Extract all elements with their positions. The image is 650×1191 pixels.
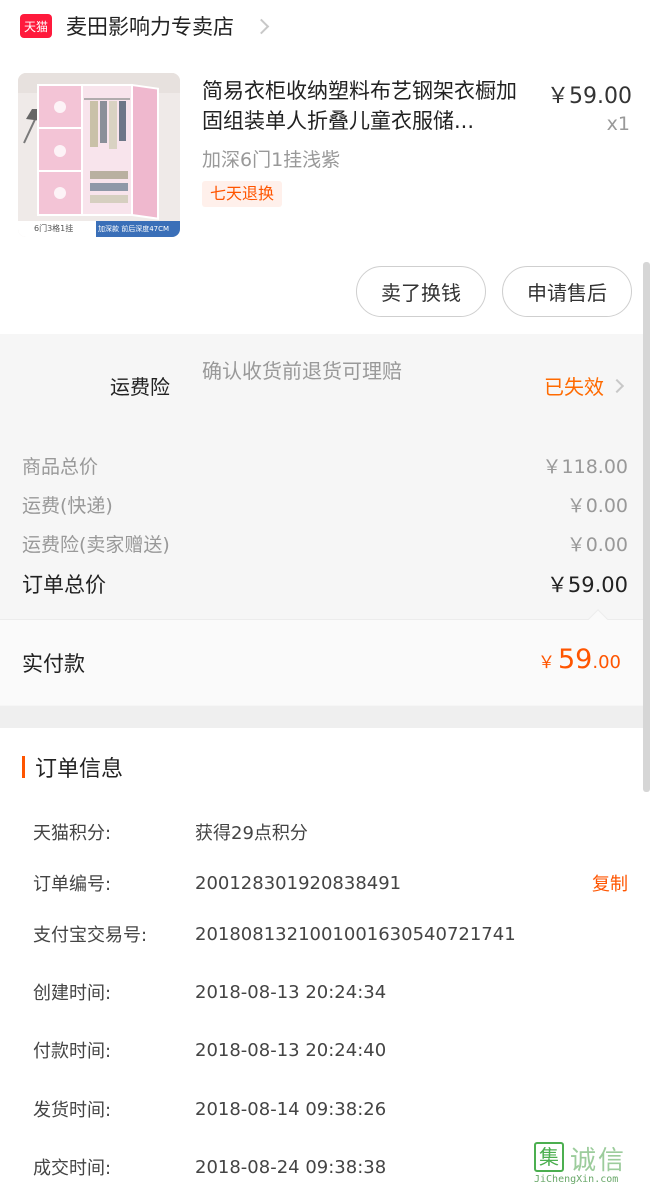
summary-label: 运费险(卖家赠送) (22, 534, 170, 556)
chevron-right-icon (609, 378, 625, 393)
info-value: 2018081321001001630540721741 (195, 923, 516, 945)
summary-label: 运费(快递) (22, 495, 113, 517)
shipping-insurance-status[interactable]: 已失效 (544, 371, 625, 400)
info-key: 天猫积分: (33, 823, 112, 844)
order-info-row: 天猫积分: 获得29点积分 (33, 817, 628, 847)
order-number-value: 200128301920838491 (195, 872, 402, 894)
order-total-label: 订单总价 (22, 573, 106, 597)
amount-integer: 59 (558, 644, 593, 675)
product-quantity: x1 (606, 113, 630, 135)
scrollbar[interactable] (643, 262, 650, 792)
thumb-caption-right: 加深款 前后深度47CM (98, 225, 170, 233)
summary-value: ￥0.00 (566, 495, 628, 517)
copy-order-number-button[interactable]: 复制 (592, 870, 628, 896)
summary-row: 运费险(卖家赠送) ￥0.00 (22, 530, 628, 557)
order-info-row: 创建时间: 2018-08-13 20:24:34 (33, 977, 628, 1007)
sell-for-cash-button[interactable]: 卖了换钱 (356, 266, 486, 317)
order-total-row: 订单总价 ￥59.00 (22, 569, 628, 599)
insurance-status-text: 已失效 (544, 375, 604, 399)
amount-paid-label: 实付款 (22, 652, 85, 676)
chevron-right-icon (253, 18, 270, 34)
heading-accent-bar (22, 756, 25, 778)
request-aftersale-button[interactable]: 申请售后 (502, 266, 632, 317)
section-divider (0, 706, 643, 728)
info-key: 成交时间: (33, 1158, 112, 1179)
thumb-caption-left: 6门3格1挂 (34, 224, 74, 233)
info-value: 获得29点积分 (195, 823, 308, 844)
product-thumbnail[interactable]: 6门3格1挂 加深款 前后深度47CM (18, 73, 180, 237)
shop-name[interactable]: 麦田影响力专卖店 (66, 11, 234, 41)
product-spec: 加深6门1挂浅紫 (202, 149, 341, 171)
order-info-row: 支付宝交易号: 2018081321001001630540721741 (33, 919, 628, 949)
summary-row: 运费(快递) ￥0.00 (22, 491, 628, 518)
watermark-url: JiChengXin.com (534, 1174, 619, 1185)
info-key: 支付宝交易号: (33, 925, 148, 946)
site-watermark: 集 诚信 JiChengXin.com (534, 1140, 644, 1186)
watermark-logo-icon: 集 (534, 1142, 564, 1172)
order-total-value: ￥59.00 (546, 573, 628, 597)
info-value: 2018-08-13 20:24:34 (195, 981, 387, 1003)
order-info-row: 付款时间: 2018-08-13 20:24:40 (33, 1035, 628, 1065)
shipping-insurance-label: 运费险 (110, 375, 170, 399)
amount-paid-value: ￥ 59 .00 (538, 644, 621, 675)
order-info-row: 订单编号: 200128301920838491 复制 (33, 868, 628, 898)
summary-value: ￥118.00 (542, 456, 628, 478)
product-price: ￥59.00 (547, 84, 632, 109)
summary-label: 商品总价 (22, 456, 99, 478)
info-key: 订单编号: (33, 874, 112, 895)
shipping-insurance-desc: 确认收货前退货可理赔 (202, 359, 402, 383)
order-info-heading: 订单信息 (22, 752, 123, 782)
summary-row: 商品总价 ￥118.00 (22, 452, 628, 479)
order-info-title: 订单信息 (35, 757, 124, 782)
currency-symbol: ￥ (538, 653, 555, 673)
info-value: 2018-08-13 20:24:40 (195, 1039, 387, 1061)
info-key: 付款时间: (33, 1041, 112, 1062)
tmall-logo-icon: 天猫 (20, 14, 52, 38)
info-value: 2018-08-24 09:38:38 (195, 1156, 387, 1178)
info-key: 创建时间: (33, 983, 112, 1004)
order-info-row: 发货时间: 2018-08-14 09:38:26 (33, 1094, 628, 1124)
product-title[interactable]: 简易衣柜收纳塑料布艺钢架衣橱加固组装单人折叠儿童衣服储... (202, 76, 537, 136)
watermark-text: 诚信 (570, 1146, 627, 1176)
shop-header[interactable]: 天猫 麦田影响力专卖店 (0, 0, 650, 52)
wardrobe-image (18, 73, 180, 237)
amount-paid-row: 实付款 ￥ 59 .00 (0, 609, 643, 705)
amount-decimal: .00 (592, 652, 621, 673)
info-key: 发货时间: (33, 1100, 112, 1121)
info-value: 2018-08-14 09:38:26 (195, 1098, 387, 1120)
return-policy-badge: 七天退换 (202, 181, 283, 207)
summary-value: ￥0.00 (566, 534, 628, 556)
